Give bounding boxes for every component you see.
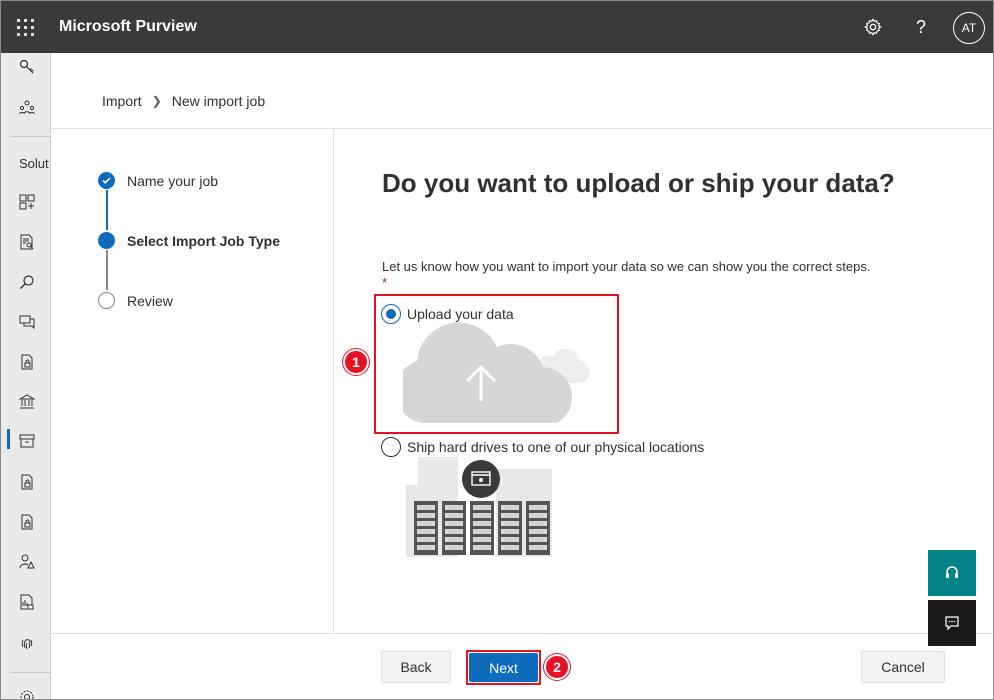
steps-divider — [333, 129, 334, 633]
fingerprint-icon — [21, 639, 33, 650]
lock-document-3-icon — [21, 514, 33, 530]
step-label: Review — [127, 292, 173, 309]
breadcrumb-import[interactable]: Import — [102, 93, 142, 109]
upload-option-label: Upload your data — [407, 306, 514, 322]
page-title: Do you want to upload or ship your data? — [382, 168, 895, 198]
settings-icon — [20, 690, 34, 699]
chevron-right-icon: ❯ — [151, 94, 162, 108]
person-warning-icon — [19, 554, 35, 569]
report-lock-icon — [20, 594, 34, 610]
nav-section-heading: Solut — [19, 156, 49, 171]
app-title[interactable]: Microsoft Purview — [59, 18, 197, 36]
nav-lock-document-icon[interactable] — [1, 348, 51, 376]
ship-option-label: Ship hard drives to one of our physical … — [407, 439, 705, 455]
nav-fingerprint-icon[interactable] — [1, 628, 51, 656]
nav-grid-add-icon[interactable] — [1, 188, 51, 216]
pending-step-dot — [98, 292, 115, 309]
nav-org-icon[interactable] — [1, 93, 51, 121]
datacenter-icon — [406, 457, 552, 557]
archive-icon — [19, 434, 35, 448]
waffle-icon[interactable] — [15, 17, 35, 37]
feedback-button[interactable] — [928, 600, 976, 646]
nav-document-search-icon[interactable] — [1, 228, 51, 256]
step-label: Name your job — [127, 172, 219, 189]
nav-search-icon[interactable] — [1, 268, 51, 296]
search-icon — [20, 275, 34, 289]
callout-badge-2: 2 — [544, 654, 570, 680]
chat-icon — [19, 315, 35, 330]
nav-divider — [11, 672, 51, 673]
app-window: Microsoft Purview ? AT Solut Import ❯ Ne… — [0, 0, 994, 700]
footer-divider — [51, 633, 993, 634]
import-panel: Import ❯ New import job Name your job Se… — [51, 53, 993, 699]
document-search-icon — [20, 234, 34, 250]
nav-person-warning-icon[interactable] — [1, 548, 51, 576]
step-label: Select Import Job Type — [127, 232, 280, 249]
breadcrumb-new-import-job: New import job — [171, 93, 266, 109]
help-icon[interactable]: ? — [907, 13, 935, 41]
top-bar: Microsoft Purview ? AT — [1, 1, 993, 53]
nav-settings-icon[interactable] — [1, 683, 51, 699]
help-chat-button[interactable] — [928, 550, 976, 596]
current-step-dot — [98, 232, 115, 249]
ship-radio[interactable] — [381, 437, 401, 457]
grid-add-icon — [19, 194, 35, 210]
next-button[interactable]: Next — [469, 653, 538, 682]
nav-divider — [11, 136, 51, 137]
callout-badge-1: 1 — [343, 349, 369, 375]
nav-lock-document-2-icon[interactable] — [1, 468, 51, 496]
headset-icon — [946, 566, 958, 578]
step-connector — [106, 190, 108, 230]
step-name-your-job[interactable]: Name your job — [98, 172, 218, 189]
back-button[interactable]: Back — [381, 651, 451, 683]
nav-report-lock-icon[interactable] — [1, 588, 51, 616]
step-review[interactable]: Review — [98, 292, 173, 309]
ship-drives-option[interactable]: Ship hard drives to one of our physical … — [381, 437, 704, 457]
feedback-icon — [945, 616, 959, 631]
nav-bank-icon[interactable] — [1, 388, 51, 416]
nav-archive-icon[interactable] — [1, 427, 51, 455]
description: Let us know how you want to import your … — [382, 259, 871, 274]
required-marker: * — [382, 275, 388, 290]
nav-key-icon[interactable] — [1, 53, 51, 81]
key-icon — [19, 59, 34, 74]
settings-icon[interactable] — [859, 13, 887, 41]
cloud-upload-icon — [403, 322, 590, 423]
breadcrumb: Import ❯ New import job — [102, 93, 265, 109]
checkmark-icon — [98, 172, 115, 189]
nav-lock-document-3-icon[interactable] — [1, 508, 51, 536]
bank-icon — [19, 394, 35, 409]
step-connector — [106, 250, 108, 290]
avatar[interactable]: AT — [953, 12, 985, 44]
step-select-import-job-type[interactable]: Select Import Job Type — [98, 232, 280, 249]
lock-document-2-icon — [21, 474, 33, 490]
cancel-button[interactable]: Cancel — [861, 651, 945, 683]
upload-radio[interactable] — [381, 304, 401, 324]
lock-document-icon — [21, 354, 33, 370]
header-divider — [51, 128, 993, 129]
nav-chat-icon[interactable] — [1, 308, 51, 336]
org-icon — [19, 100, 35, 115]
left-nav: Solut — [1, 53, 51, 699]
